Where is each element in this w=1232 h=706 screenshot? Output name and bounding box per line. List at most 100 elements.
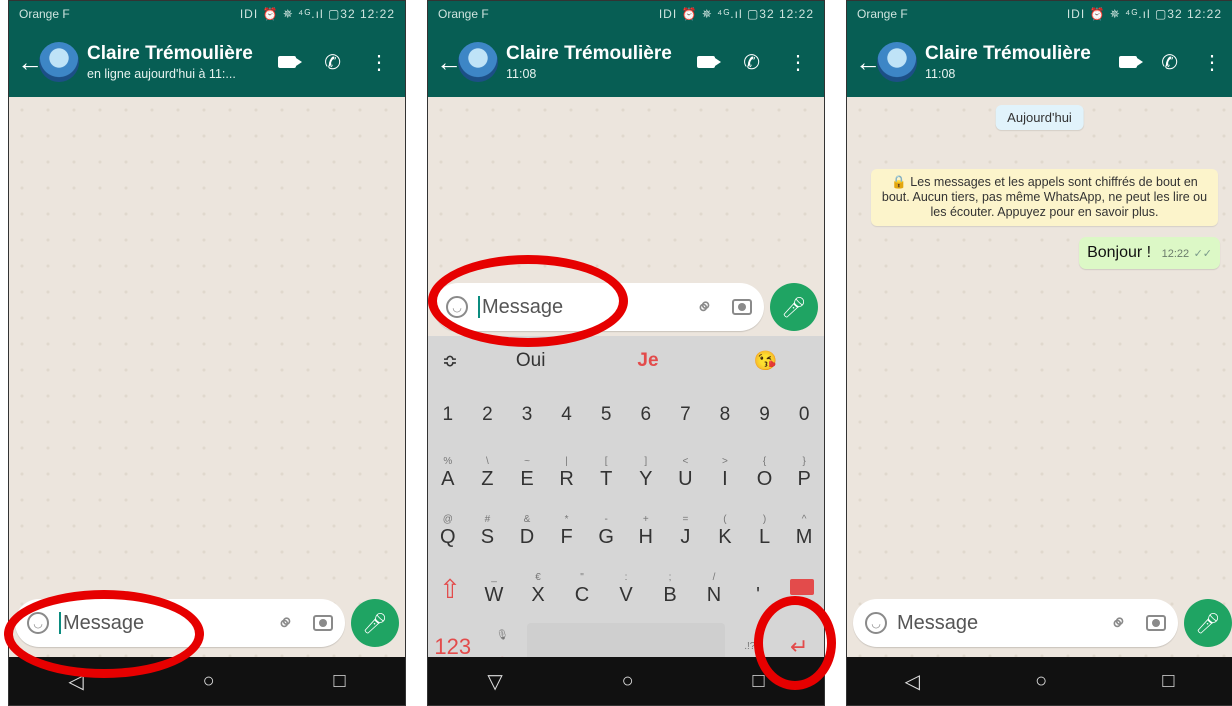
emoji-icon[interactable]: ◡	[865, 612, 887, 634]
back-arrow-icon[interactable]: ←	[17, 47, 43, 78]
key-k[interactable]: (K	[705, 514, 745, 549]
key-7[interactable]: 7	[666, 404, 706, 426]
camera-icon[interactable]	[732, 299, 752, 315]
key-secondary: <	[682, 455, 689, 467]
period-key[interactable]: .!?	[725, 641, 775, 653]
key-g[interactable]: -G	[586, 514, 626, 549]
back-arrow-icon[interactable]: ←	[436, 47, 462, 78]
mic-button[interactable]: 🎤︎	[351, 599, 399, 647]
key-d[interactable]: & D	[507, 514, 547, 549]
key-secondary: \	[486, 455, 489, 467]
nav-recents-icon[interactable]: □	[333, 670, 345, 693]
nav-recents-icon[interactable]: □	[1162, 670, 1174, 693]
key-m[interactable]: ^ M	[784, 514, 824, 549]
suggestion-je[interactable]: Je	[589, 350, 706, 372]
key-h[interactable]: + H	[626, 514, 666, 549]
key-e[interactable]: ~ E	[507, 456, 547, 491]
key-label: V	[619, 583, 633, 606]
key-2[interactable]: 2	[468, 404, 508, 426]
key-secondary: ~	[524, 455, 530, 467]
avatar[interactable]	[39, 42, 79, 82]
camera-icon[interactable]	[313, 615, 333, 631]
emoji-icon[interactable]: ◡	[446, 296, 468, 318]
video-call-icon[interactable]	[1119, 56, 1144, 68]
nav-back-icon[interactable]: ◁	[68, 669, 83, 694]
key-q[interactable]: @ Q	[428, 514, 468, 549]
emoji-icon[interactable]: ◡	[27, 612, 49, 634]
phone-call-icon[interactable]: ✆	[324, 50, 341, 75]
video-call-icon[interactable]	[697, 56, 722, 68]
camera-icon[interactable]	[1146, 615, 1166, 631]
key-label: G	[598, 525, 614, 548]
contact-info[interactable]: Claire Trémoulière 11:08	[506, 43, 697, 81]
key-x[interactable]: € X	[516, 572, 560, 607]
key-i[interactable]: > I	[705, 456, 745, 491]
nav-back-icon[interactable]: ◁	[905, 669, 920, 694]
phone-call-icon[interactable]: ✆	[743, 50, 760, 75]
message-input[interactable]: ◡ Message ⚭	[434, 283, 764, 331]
key-t[interactable]: [T	[586, 456, 626, 491]
key-r[interactable]: | R	[547, 456, 587, 491]
nav-home-icon[interactable]: ○	[203, 670, 215, 693]
message-input[interactable]: ◡ Message ⚭	[15, 599, 345, 647]
suggestion-emoji[interactable]: 😘	[707, 349, 824, 373]
contact-info[interactable]: Claire Trémoulière en ligne aujourd'hui …	[87, 43, 278, 81]
key-s[interactable]: # S	[468, 514, 508, 549]
key-w[interactable]: _ W	[472, 572, 516, 607]
key-u[interactable]: < U	[666, 456, 706, 491]
suggestion-oui[interactable]: Oui	[472, 350, 589, 372]
key-4[interactable]: 4	[547, 404, 587, 426]
key-8[interactable]: 8	[705, 404, 745, 426]
key-o[interactable]: {O	[745, 456, 785, 491]
expand-toolbar-icon[interactable]: ≎	[442, 350, 472, 373]
more-options-icon[interactable]: ⋮	[369, 50, 389, 75]
key-n[interactable]: / N	[692, 572, 736, 607]
key-secondary: +	[642, 513, 649, 525]
key-secondary: -	[604, 513, 608, 525]
contact-info[interactable]: Claire Trémoulière 11:08	[925, 43, 1119, 81]
key-label: I	[722, 467, 728, 490]
key-j[interactable]: = J	[666, 514, 706, 549]
status-icons: IDI ⏰ ✵ ⁴ᴳ.ıl ▢32 12:22	[239, 7, 395, 21]
more-options-icon[interactable]: ⋮	[788, 50, 808, 75]
key-v[interactable]: :V	[604, 572, 648, 607]
key-f[interactable]: * F	[547, 514, 587, 549]
mic-button[interactable]: 🎤︎	[770, 283, 818, 331]
nav-home-icon[interactable]: ○	[1035, 670, 1047, 693]
key-'[interactable]: '	[736, 572, 780, 607]
nav-back-icon[interactable]: ▽	[487, 669, 502, 694]
key-y[interactable]: ] Y	[626, 456, 666, 491]
key-secondary: [	[604, 455, 608, 467]
message-input[interactable]: ◡ Message ⚭	[853, 599, 1178, 647]
key-b[interactable]: ; B	[648, 572, 692, 607]
backspace-key[interactable]	[780, 578, 824, 601]
key-z[interactable]: \ Z	[468, 456, 508, 491]
encryption-notice[interactable]: 🔒 Les messages et les appels sont chiffr…	[871, 169, 1218, 226]
key-0[interactable]: 0	[784, 404, 824, 426]
key-1[interactable]: 1	[428, 404, 468, 426]
chat-header: ← Claire Trémoulière en ligne aujourd'hu…	[9, 27, 405, 97]
key-a[interactable]: % A	[428, 456, 468, 491]
key-5[interactable]: 5	[586, 404, 626, 426]
avatar[interactable]	[877, 42, 917, 82]
key-p[interactable]: } P	[784, 456, 824, 491]
phone-call-icon[interactable]: ✆	[1161, 50, 1178, 75]
avatar[interactable]	[458, 42, 498, 82]
key-6[interactable]: 6	[626, 404, 666, 426]
nav-home-icon[interactable]: ○	[622, 670, 634, 693]
key-l[interactable]: ) L	[745, 514, 785, 549]
key-c[interactable]: " C	[560, 572, 604, 607]
key-label: T	[600, 467, 613, 490]
back-arrow-icon[interactable]: ←	[855, 47, 881, 78]
shift-key[interactable]: ⇧	[428, 574, 472, 605]
sent-message[interactable]: Bonjour ! 12:22 ✓✓	[1079, 237, 1220, 269]
key-secondary: |	[565, 455, 568, 467]
video-call-icon[interactable]	[278, 56, 303, 68]
key-label: D	[519, 525, 535, 548]
mic-button[interactable]: 🎤︎	[1184, 599, 1232, 647]
key-secondary: *	[564, 513, 569, 525]
key-9[interactable]: 9	[745, 404, 785, 426]
key-3[interactable]: 3	[507, 404, 547, 426]
more-options-icon[interactable]: ⋮	[1202, 50, 1222, 75]
nav-recents-icon[interactable]: □	[752, 670, 764, 693]
